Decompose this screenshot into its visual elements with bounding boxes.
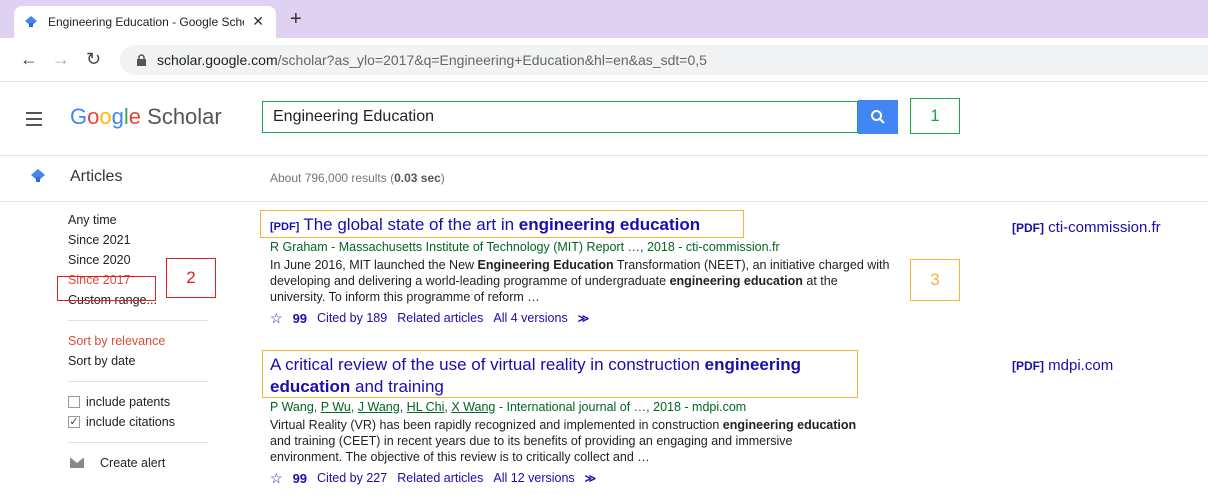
- new-tab-button[interactable]: +: [290, 8, 302, 31]
- tab-title: Engineering Education - Google Scholar: [48, 15, 244, 29]
- author-link[interactable]: P Wu: [321, 400, 351, 414]
- save-star-icon[interactable]: ☆: [270, 310, 283, 327]
- annotation-label-2: 2: [166, 258, 216, 298]
- filter-any-time[interactable]: Any time: [68, 210, 218, 230]
- include-patents-checkbox[interactable]: [68, 396, 80, 408]
- sidebar-divider: [68, 320, 208, 321]
- back-arrow-icon[interactable]: ←: [20, 49, 38, 70]
- forward-arrow-icon[interactable]: →: [52, 49, 70, 70]
- author-link[interactable]: X Wang: [451, 400, 495, 414]
- related-articles-link[interactable]: Related articles: [397, 471, 483, 485]
- annotation-label-1: 1: [910, 98, 960, 134]
- author-link[interactable]: J Wang: [358, 400, 400, 414]
- annotation-box-since-2017: [57, 276, 156, 301]
- pdf-side-link[interactable]: [PDF] cti-commission.fr: [1012, 219, 1161, 236]
- search-input[interactable]: [273, 108, 853, 126]
- search-box: [262, 101, 858, 133]
- include-citations-checkbox[interactable]: ✓: [68, 416, 80, 428]
- include-patents-row[interactable]: include patents: [68, 392, 218, 412]
- results-subheader: Articles About 796,000 results (0.03 sec…: [0, 156, 1208, 202]
- author-link[interactable]: HL Chi: [407, 400, 445, 414]
- search-result: A critical review of the use of virtual …: [270, 354, 860, 487]
- sidebar-divider: [68, 442, 208, 443]
- result-title-link[interactable]: A critical review of the use of virtual …: [270, 354, 860, 398]
- result-snippet: Virtual Reality (VR) has been rapidly re…: [270, 418, 857, 464]
- result-authors: R Graham - Massachusetts Institute of Te…: [270, 240, 780, 254]
- result-actions: ☆ 99 Cited by 189 Related articles All 4…: [270, 309, 890, 327]
- cited-by-link[interactable]: Cited by 227: [317, 471, 387, 485]
- all-versions-link[interactable]: All 12 versions: [493, 471, 574, 485]
- address-bar[interactable]: scholar.google.com/scholar?as_ylo=2017&q…: [120, 45, 1208, 75]
- all-versions-link[interactable]: All 4 versions: [493, 311, 567, 325]
- result-actions: ☆ 99 Cited by 227 Related articles All 1…: [270, 469, 860, 487]
- reload-icon[interactable]: ↻: [86, 49, 101, 70]
- related-articles-link[interactable]: Related articles: [397, 311, 483, 325]
- browser-tab[interactable]: Engineering Education - Google Scholar ✕: [14, 6, 276, 38]
- result-snippet: In June 2016, MIT launched the New Engin…: [270, 258, 890, 304]
- cite-quote-icon[interactable]: 99: [293, 471, 307, 486]
- filter-since-2021[interactable]: Since 2021: [68, 230, 218, 250]
- browser-toolbar: ← → ↻ scholar.google.com/scholar?as_ylo=…: [0, 38, 1208, 82]
- more-options-icon[interactable]: ≫: [585, 472, 597, 485]
- close-tab-icon[interactable]: ✕: [252, 13, 264, 30]
- result-title-link[interactable]: [PDF] The global state of the art in engi…: [270, 214, 890, 238]
- search-result: [PDF] The global state of the art in engi…: [270, 214, 890, 327]
- include-citations-row[interactable]: ✓ include citations: [68, 412, 218, 432]
- scholar-header: Google Scholar 1: [0, 82, 1208, 156]
- articles-label: Articles: [70, 168, 123, 185]
- pdf-side-link[interactable]: [PDF] mdpi.com: [1012, 357, 1113, 374]
- cite-quote-icon[interactable]: 99: [293, 311, 307, 326]
- browser-tab-bar: Engineering Education - Google Scholar ✕…: [0, 0, 1208, 38]
- sort-by-date[interactable]: Sort by date: [68, 351, 218, 371]
- save-star-icon[interactable]: ☆: [270, 470, 283, 487]
- create-alert-button[interactable]: Create alert: [68, 453, 218, 473]
- envelope-icon: [70, 458, 84, 468]
- filters-sidebar: Any time Since 2021 Since 2020 Since 201…: [68, 210, 218, 473]
- include-patents-label: include patents: [86, 395, 171, 409]
- search-icon: [871, 110, 885, 124]
- results-count: About 796,000 results (0.03 sec): [270, 171, 445, 185]
- sort-by-relevance[interactable]: Sort by relevance: [68, 331, 218, 351]
- sidebar-divider: [68, 381, 208, 382]
- lock-icon: [137, 54, 146, 66]
- include-citations-label: include citations: [86, 415, 175, 429]
- articles-icon: [31, 169, 45, 182]
- search-button[interactable]: [858, 100, 898, 134]
- annotation-label-3: 3: [910, 259, 960, 301]
- google-scholar-logo[interactable]: Google Scholar: [70, 104, 222, 130]
- cited-by-link[interactable]: Cited by 189: [317, 311, 387, 325]
- create-alert-label: Create alert: [100, 456, 166, 470]
- result-authors: P Wang, P Wu, J Wang, HL Chi, X Wang - I…: [270, 400, 747, 414]
- menu-icon[interactable]: [26, 112, 42, 130]
- scholar-favicon-icon: [25, 16, 37, 27]
- more-options-icon[interactable]: ≫: [578, 312, 590, 325]
- url-text: scholar.google.com/scholar?as_ylo=2017&q…: [157, 52, 707, 68]
